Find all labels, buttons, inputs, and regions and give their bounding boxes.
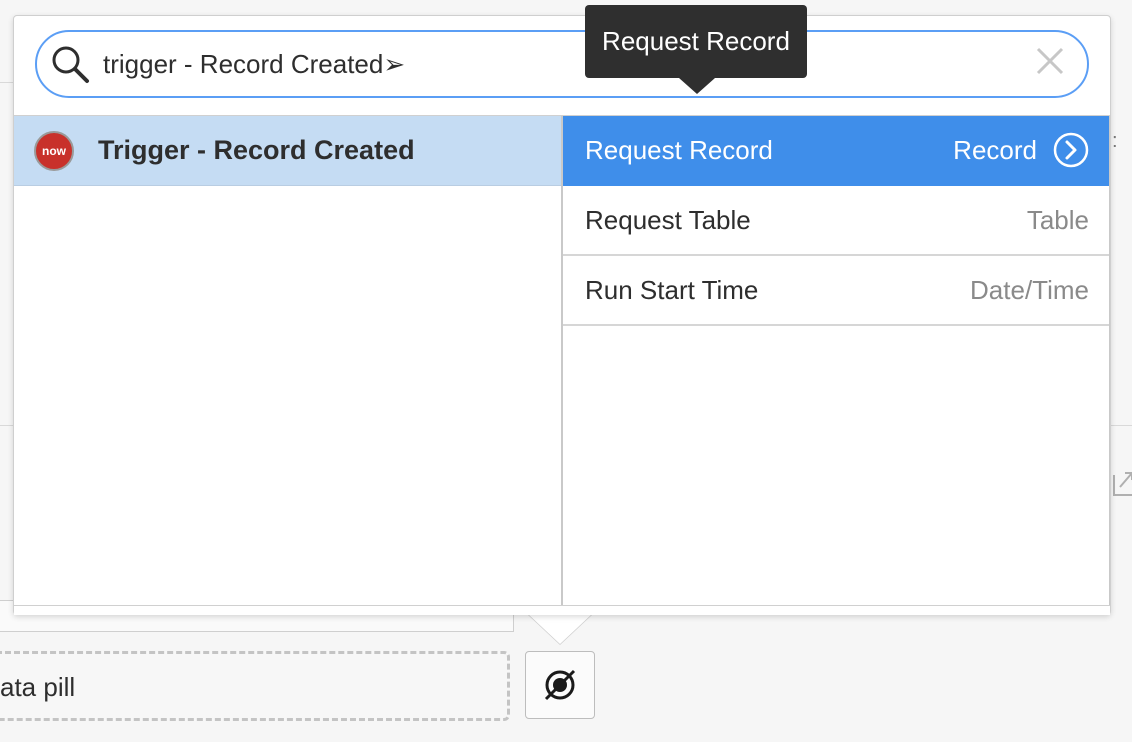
source-item-trigger[interactable]: now Trigger - Record Created	[14, 116, 561, 186]
datapill-picker-popover: now Trigger - Record Created Request Rec…	[13, 5, 1111, 615]
search-input[interactable]	[101, 47, 965, 81]
field-row-request-table[interactable]: Request Table Table	[563, 186, 1109, 256]
search-field[interactable]	[35, 30, 1089, 98]
source-list: now Trigger - Record Created	[14, 116, 563, 606]
field-type: Table	[1026, 204, 1089, 235]
field-label: Request Table	[585, 204, 751, 235]
datapill-picker-button[interactable]	[525, 651, 595, 719]
picker-panels: now Trigger - Record Created Request Rec…	[14, 115, 1110, 606]
background-divider-top	[0, 82, 14, 83]
popover-caret	[528, 614, 592, 644]
tooltip-arrow	[679, 78, 715, 94]
field-row-request-record[interactable]: Request Record Record	[563, 116, 1109, 186]
datapill-picker-icon	[544, 669, 576, 701]
popover-footer	[14, 605, 1110, 615]
datapill-field-label: ata pill	[0, 672, 76, 702]
source-item-label: Trigger - Record Created	[98, 135, 415, 165]
field-type: Record	[953, 134, 1037, 165]
field-label: Request Record	[585, 134, 773, 165]
drill-down-icon[interactable]	[1053, 132, 1089, 168]
background-divider-mid	[0, 425, 14, 426]
clear-search-icon[interactable]	[1035, 46, 1065, 82]
search-icon	[49, 43, 91, 85]
field-label: Run Start Time	[585, 274, 759, 305]
tooltip: Request Record	[585, 5, 807, 78]
servicenow-logo: now	[34, 130, 74, 171]
more-icon[interactable]: :	[1112, 130, 1118, 153]
datapill-drop-field[interactable]	[0, 651, 510, 721]
field-list: Request Record Record Request Table Tabl…	[563, 116, 1110, 606]
background-divider-right	[1111, 425, 1132, 426]
field-type: Date/Time	[970, 274, 1089, 305]
external-link-icon	[1110, 465, 1132, 506]
field-row-run-start-time[interactable]: Run Start Time Date/Time	[563, 256, 1109, 326]
